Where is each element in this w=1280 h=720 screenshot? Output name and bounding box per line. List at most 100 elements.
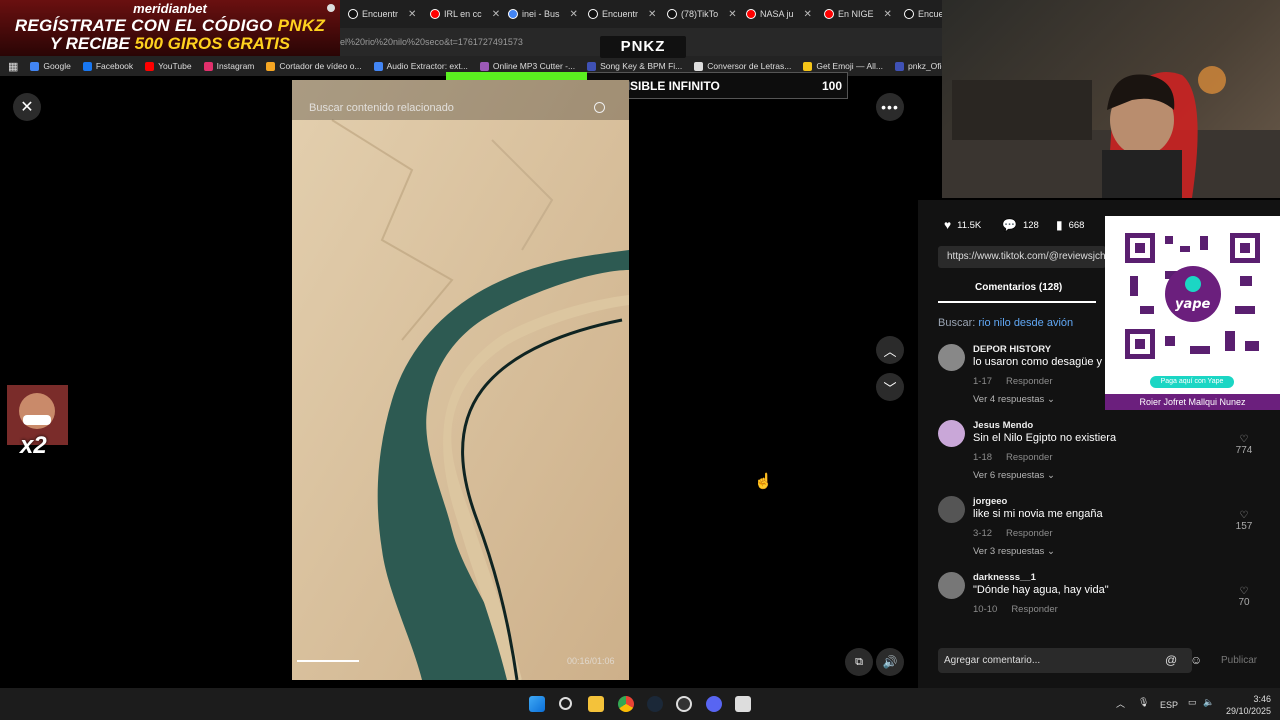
tray-chevron-icon[interactable]: ︿ (1116, 697, 1125, 710)
previous-video-button[interactable]: ︿ (876, 336, 904, 364)
search-icon[interactable] (559, 697, 572, 710)
video-link[interactable]: https://www.tiktok.com/@reviewsjch (938, 246, 1106, 268)
youtube-icon (430, 9, 440, 19)
saves-stat[interactable]: ▮ 668 (1056, 218, 1084, 232)
app-icon[interactable] (735, 696, 751, 712)
reply-button[interactable]: Responder (1006, 528, 1052, 539)
pip-button[interactable]: ⧉ (845, 648, 873, 676)
saves-count: 668 (1068, 219, 1085, 231)
bookmark-icon (373, 61, 383, 71)
apps-grid-icon[interactable]: ▦ (8, 60, 18, 73)
comment-meta: 1-18 Responder (973, 452, 1053, 463)
system-clock[interactable]: 3:46 29/10/2025 (1226, 693, 1271, 717)
search-icon[interactable] (594, 102, 605, 113)
view-replies-label: Ver 6 respuestas (973, 470, 1045, 481)
language-indicator[interactable]: ESP (1160, 700, 1178, 710)
tab-3[interactable]: Encuentr ✕ (588, 4, 656, 24)
bookmark-item[interactable]: Instagram (203, 61, 254, 71)
comment-user[interactable]: jorgeeo (973, 496, 1007, 507)
bookmark-item[interactable]: Get Emoji — All... (803, 61, 883, 71)
close-tab-icon[interactable]: ✕ (408, 9, 416, 20)
tab-0[interactable]: Encuentr ✕ (348, 4, 416, 24)
webcam-feed (942, 0, 1280, 198)
mention-icon[interactable]: @ (1165, 653, 1177, 667)
emoji-icon[interactable]: ☺ (1190, 653, 1202, 667)
bookmark-item[interactable]: Audio Extractor: ext... (373, 61, 468, 71)
chevron-down-icon: ⌄ (1046, 470, 1055, 481)
comment-text: lo usaron como desagüe y (973, 356, 1103, 368)
tiktok-icon (667, 9, 677, 19)
related-search-input[interactable]: Buscar contenido relacionado (309, 102, 454, 114)
tab-2[interactable]: inei - Bus ✕ (508, 4, 578, 24)
comments-stat[interactable]: 💬 128 (1002, 218, 1039, 232)
volume-tray-icon[interactable]: 🔈 (1203, 697, 1214, 708)
network-icon[interactable]: ▭ (1188, 697, 1197, 708)
publish-button[interactable]: Publicar (1221, 655, 1257, 666)
close-tab-icon[interactable]: ✕ (804, 9, 812, 20)
comment-like[interactable]: ♡ 774 (1234, 434, 1254, 456)
chevron-down-icon: ⌄ (1046, 546, 1055, 557)
heart-icon: ♥ (944, 218, 952, 232)
tab-5[interactable]: NASA ju ✕ (746, 4, 812, 24)
reply-button[interactable]: Responder (1006, 452, 1052, 463)
microphone-icon[interactable]: 🎙 (1138, 697, 1149, 708)
heart-outline-icon: ♡ (1239, 434, 1249, 445)
close-tab-icon[interactable]: ✕ (884, 9, 892, 20)
bookmark-item[interactable]: Conversor de Letras... (694, 61, 791, 71)
close-tab-icon[interactable]: ✕ (570, 9, 578, 20)
file-explorer-icon[interactable] (588, 696, 604, 712)
view-replies-button[interactable]: Ver 6 respuestas ⌄ (973, 470, 1055, 481)
steam-icon[interactable] (647, 696, 663, 712)
sponsor-code: PNKZ (277, 16, 326, 35)
sponsor-brand: meridianbet (133, 1, 207, 16)
avatar[interactable] (938, 344, 965, 371)
bookmark-item[interactable]: Facebook (82, 61, 133, 71)
comment-like[interactable]: ♡ 70 (1234, 586, 1254, 608)
video-player[interactable] (292, 80, 629, 680)
avatar[interactable] (938, 572, 965, 599)
view-replies-button[interactable]: Ver 3 respuestas ⌄ (973, 546, 1055, 557)
address-url[interactable]: el%20rio%20nilo%20seco&t=1761727491573 (340, 37, 523, 47)
bookmark-item[interactable]: Cortador de vídeo o... (266, 61, 362, 71)
next-video-button[interactable]: ﹀ (876, 373, 904, 401)
comment-user[interactable]: darknesss__1 (973, 572, 1036, 583)
bookmark-label: Cortador de vídeo o... (279, 61, 362, 71)
search-query[interactable]: rio nilo desde avión (978, 317, 1073, 329)
comment-user[interactable]: DEPOR HISTORY (973, 344, 1051, 355)
close-tab-icon[interactable]: ✕ (492, 9, 500, 20)
close-tab-icon[interactable]: ✕ (728, 9, 736, 20)
reply-button[interactable]: Responder (1011, 604, 1057, 615)
comment-meta: 1-17 Responder (973, 376, 1053, 387)
comment-user[interactable]: Jesus Mendo (973, 420, 1033, 431)
bookmark-item[interactable]: Online MP3 Cutter -... (479, 61, 575, 71)
tab-4[interactable]: (78)TikTo ✕ (667, 4, 737, 24)
close-tab-icon[interactable]: ✕ (648, 9, 656, 20)
comment-item: Jesus Mendo Sin el Nilo Egipto no existi… (938, 420, 1268, 486)
close-button[interactable]: ✕ (13, 93, 41, 121)
likes-stat[interactable]: ♥ 11.5K (944, 218, 981, 232)
avatar[interactable] (938, 420, 965, 447)
bookmark-item[interactable]: YouTube (145, 61, 192, 71)
tab-6[interactable]: En NIGE ✕ (824, 4, 892, 24)
tab-label: NASA ju (760, 9, 794, 19)
search-suggestion[interactable]: Buscar: rio nilo desde avión (938, 317, 1073, 329)
comment-like-count: 774 (1235, 445, 1253, 456)
tab-comments[interactable]: Comentarios (128) (975, 282, 1062, 293)
tab-1[interactable]: IRL en cc ✕ (430, 4, 500, 24)
chrome-icon[interactable] (618, 696, 634, 712)
bookmark-label: Song Key & BPM Fi... (600, 61, 683, 71)
video-progress[interactable] (297, 660, 359, 662)
comment-text: Sin el Nilo Egipto no existiera (973, 432, 1117, 444)
volume-icon[interactable]: 🔊 (876, 648, 904, 676)
windows-start-icon[interactable] (529, 696, 545, 712)
comment-like[interactable]: ♡ 157 (1234, 510, 1254, 532)
discord-icon[interactable] (706, 696, 722, 712)
bookmark-item[interactable]: Song Key & BPM Fi... (587, 61, 682, 71)
bookmark-item[interactable]: Google (30, 61, 71, 71)
avatar[interactable] (938, 496, 965, 523)
reply-button[interactable]: Responder (1006, 376, 1052, 387)
bookmark-label: YouTube (158, 61, 192, 71)
view-replies-button[interactable]: Ver 4 respuestas ⌄ (973, 394, 1055, 405)
obs-icon[interactable] (676, 696, 692, 712)
more-options-button[interactable]: ••• (876, 93, 904, 121)
